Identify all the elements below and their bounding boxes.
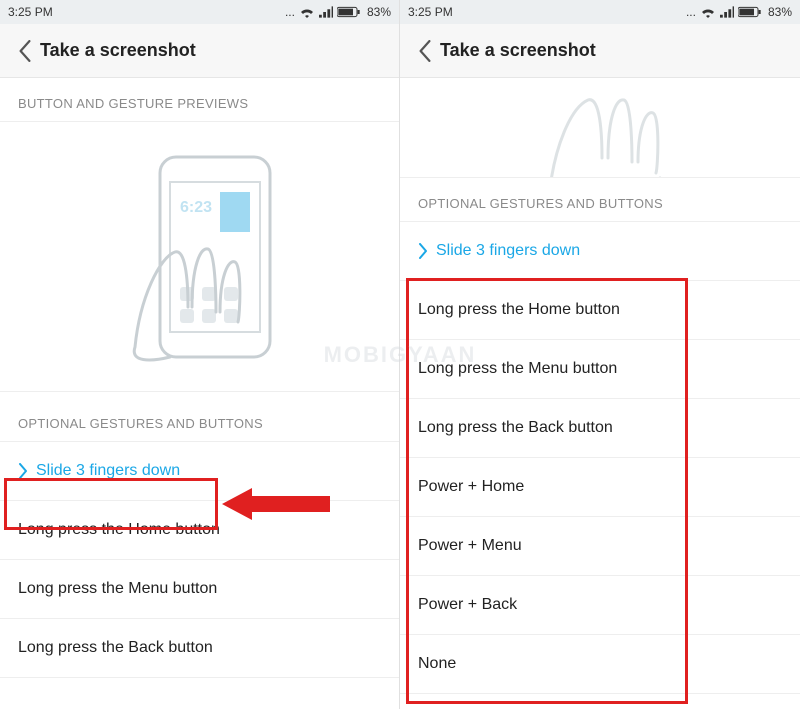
title-bar: Take a screenshot xyxy=(400,24,800,78)
section-header-preview: BUTTON AND GESTURE PREVIEWS xyxy=(0,78,399,122)
option-label: Power + Menu xyxy=(418,537,522,555)
more-icon: ... xyxy=(285,5,295,19)
option-power-menu[interactable]: Power + Menu xyxy=(400,517,800,576)
option-power-home[interactable]: Power + Home xyxy=(400,458,800,517)
option-long-press-back[interactable]: Long press the Back button xyxy=(400,399,800,458)
gesture-preview-peek xyxy=(400,78,800,178)
option-long-press-home[interactable]: Long press the Home button xyxy=(400,281,800,340)
battery-icon xyxy=(738,6,762,18)
page-title: Take a screenshot xyxy=(440,40,596,61)
option-label: None xyxy=(418,655,456,673)
preview-clock-text: 6:23 xyxy=(180,199,212,216)
option-label: Slide 3 fingers down xyxy=(36,462,180,480)
title-bar: Take a screenshot xyxy=(0,24,399,78)
option-label: Long press the Menu button xyxy=(418,360,617,378)
back-button[interactable] xyxy=(410,40,440,62)
battery-percent: 83% xyxy=(367,5,391,19)
back-button[interactable] xyxy=(10,40,40,62)
section-header-optional-right: OPTIONAL GESTURES AND BUTTONS xyxy=(400,178,800,222)
wifi-icon xyxy=(700,6,716,18)
option-label: Long press the Back button xyxy=(18,639,213,657)
option-label: Power + Back xyxy=(418,596,517,614)
option-label: Long press the Back button xyxy=(418,419,613,437)
option-slide-3-fingers[interactable]: Slide 3 fingers down xyxy=(400,222,800,281)
wifi-icon xyxy=(299,6,315,18)
battery-icon xyxy=(337,6,361,18)
option-label: Slide 3 fingers down xyxy=(436,242,580,260)
status-time: 3:25 PM xyxy=(408,5,453,19)
option-slide-3-fingers[interactable]: Slide 3 fingers down xyxy=(0,442,399,501)
status-bar: 3:25 PM ... 83% xyxy=(0,0,399,24)
option-label: Long press the Menu button xyxy=(18,580,217,598)
status-time: 3:25 PM xyxy=(8,5,53,19)
section-header-optional-left: OPTIONAL GESTURES AND BUTTONS xyxy=(0,398,399,442)
option-long-press-home[interactable]: Long press the Home button xyxy=(0,501,399,560)
option-label: Long press the Home button xyxy=(418,301,620,319)
option-label: Power + Home xyxy=(418,478,524,496)
more-icon: ... xyxy=(686,5,696,19)
option-none[interactable]: None xyxy=(400,635,800,694)
option-label: Long press the Home button xyxy=(18,521,220,539)
option-power-back[interactable]: Power + Back xyxy=(400,576,800,635)
signal-icon xyxy=(319,6,333,18)
option-long-press-menu[interactable]: Long press the Menu button xyxy=(400,340,800,399)
right-screen: 3:25 PM ... 83% Take a screenshot xyxy=(400,0,800,709)
option-long-press-back[interactable]: Long press the Back button xyxy=(0,619,399,678)
chevron-right-icon xyxy=(18,463,28,479)
page-title: Take a screenshot xyxy=(40,40,196,61)
status-bar: 3:25 PM ... 83% xyxy=(400,0,800,24)
battery-percent: 83% xyxy=(768,5,792,19)
signal-icon xyxy=(720,6,734,18)
left-screen: 3:25 PM ... 83% Take a screenshot xyxy=(0,0,400,709)
option-long-press-menu[interactable]: Long press the Menu button xyxy=(0,560,399,619)
chevron-right-icon xyxy=(418,243,428,259)
gesture-preview: 6:23 xyxy=(0,122,399,392)
